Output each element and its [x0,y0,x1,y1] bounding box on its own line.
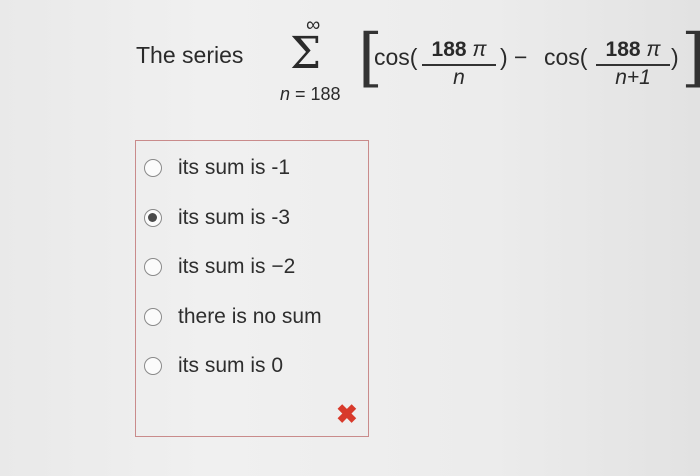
answer-option-label: its sum is −2 [178,255,296,278]
pi-symbol: π [646,38,661,61]
cos-first: cos( [374,44,418,70]
radio-button-5[interactable] [144,357,162,375]
answer-option-5[interactable]: its sum is 0 [144,351,283,381]
radio-button-2-selected[interactable] [144,209,162,227]
question-statement: The series ∞ Σ n = 188 [ cos( 188 π n ) … [0,0,700,120]
answer-option-label: its sum is 0 [178,354,284,377]
cos-first-close-minus: ) − [500,44,528,70]
answer-option-4[interactable]: there is no sum [144,302,322,332]
answer-option-2[interactable]: its sum is -3 [144,203,290,233]
incorrect-x-icon: ✖ [336,399,358,429]
fraction-second-denominator: n+1 [615,66,651,89]
answer-choices-panel: its sum is -1 its sum is -3 its sum is −… [135,140,369,437]
index-variable: n [280,84,291,104]
sum-lower-limit: n = 188 [280,84,341,105]
pi-symbol: π [472,38,487,61]
summation-symbol: Σ [290,28,322,79]
fraction-second: 188 π n+1 [596,38,670,90]
question-lead-text: The series [136,42,244,68]
fraction-first-numerator: 188 [431,38,467,61]
radio-button-1[interactable] [144,159,162,177]
answer-option-1[interactable]: its sum is -1 [144,153,290,183]
radio-button-4[interactable] [144,308,162,326]
fraction-second-numerator: 188 [605,38,641,61]
answer-option-label: its sum is -1 [178,156,291,179]
fraction-first-denominator: n [453,66,465,89]
answer-option-3[interactable]: its sum is −2 [144,252,295,282]
answer-option-label: there is no sum [178,305,322,328]
cos-second: cos( [544,44,588,70]
right-bracket: ] [681,26,700,90]
cos-second-close: ) [671,44,679,70]
answer-option-label: its sum is -3 [178,206,291,229]
lower-limit-value: = 188 [290,84,341,104]
fraction-first: 188 π n [422,38,496,90]
radio-button-3[interactable] [144,258,162,276]
